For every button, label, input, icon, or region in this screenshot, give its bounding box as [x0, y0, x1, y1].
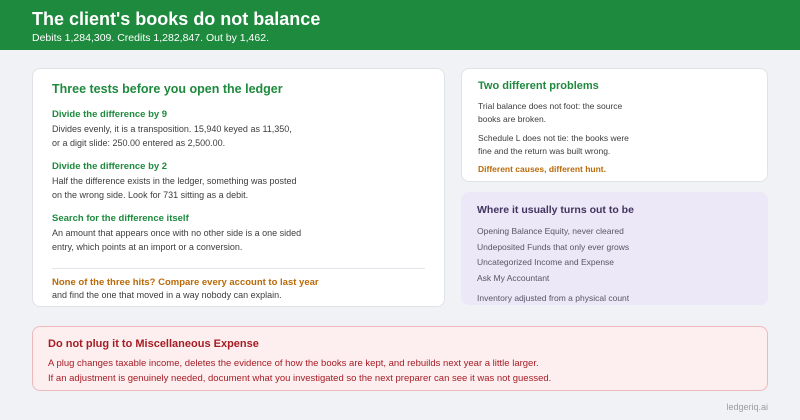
- test-title: Divide the difference by 2: [52, 161, 168, 172]
- test-description-line: Divides evenly, it is a transposition. 1…: [52, 124, 292, 134]
- where-item: Uncategorized Income and Expense: [477, 257, 615, 267]
- fallback-text: and find the one that moved in a way nob…: [52, 290, 282, 300]
- fallback-title: None of the three hits? Compare every ac…: [52, 277, 319, 288]
- where-item: Ask My Accountant: [477, 272, 550, 283]
- warning-card: Do not plug it to Miscellaneous Expense …: [32, 326, 768, 391]
- where-heading: Where it usually turns out to be: [477, 204, 634, 216]
- problems-heading: Two different problems: [478, 80, 599, 92]
- fallback-test: None of the three hits? Compare every ac…: [52, 277, 319, 302]
- test-item: Divide the difference by 2 Half the diff…: [52, 161, 425, 202]
- where-item: Opening Balance Equity, never cleared: [477, 226, 624, 236]
- problems-card: Two different problems Trial balance doe…: [461, 68, 768, 182]
- page-title: The client's books do not balance: [32, 9, 321, 29]
- test-description-line: An amount that appears once with no othe…: [52, 228, 302, 238]
- test-title: Search for the difference itself: [52, 213, 189, 224]
- where-item: Inventory adjusted from a physical count: [477, 293, 630, 303]
- footer-brand: ledgeriq.ai: [726, 402, 768, 412]
- problem-text-line: Trial balance does not foot: the source: [478, 101, 623, 111]
- problems-emphasis: Different causes, different hunt.: [478, 164, 606, 174]
- test-description: Divides evenly, it is a transposition. 1…: [52, 123, 322, 150]
- warning-text: A plug changes taxable income, deletes t…: [48, 356, 752, 386]
- tests-heading: Three tests before you open the ledger: [52, 82, 283, 96]
- page-subtitle: Debits 1,284,309. Credits 1,282,847. Out…: [32, 32, 269, 44]
- test-description-line: or a digit slide: 250.00 entered as 2,50…: [52, 137, 226, 148]
- test-description: Half the difference exists in the ledger…: [52, 175, 322, 202]
- page-header: The client's books do not balance Debits…: [0, 0, 800, 50]
- warning-text-line: A plug changes taxable income, deletes t…: [48, 358, 539, 369]
- tests-card: Three tests before you open the ledger D…: [32, 68, 445, 307]
- test-title: Divide the difference by 9: [52, 109, 168, 120]
- problem-text-line: Schedule L does not tie: the books were: [478, 133, 629, 143]
- problem-text: Trial balance does not foot: the source …: [478, 100, 638, 126]
- warning-text-line: If an adjustment is genuinely needed, do…: [48, 373, 552, 384]
- test-description-line: on the wrong side. Look for 731 sitting …: [52, 189, 249, 200]
- where-item: Undeposited Funds that only ever grows: [477, 241, 630, 252]
- test-item: Search for the difference itself An amou…: [52, 213, 425, 254]
- problem-text: Schedule L does not tie: the books were …: [478, 132, 638, 158]
- problem-text-line: fine and the return was built wrong.: [478, 146, 611, 156]
- problem-text-line: books are broken.: [478, 114, 547, 124]
- test-description-line: Half the difference exists in the ledger…: [52, 176, 297, 186]
- divider: [52, 268, 425, 269]
- where-card: Where it usually turns out to be Opening…: [461, 192, 768, 305]
- test-description-line: entry, which points at an import or a co…: [52, 241, 243, 252]
- test-item: Divide the difference by 9 Divides evenl…: [52, 109, 425, 150]
- warning-heading: Do not plug it to Miscellaneous Expense: [48, 338, 259, 350]
- test-description: An amount that appears once with no othe…: [52, 227, 322, 254]
